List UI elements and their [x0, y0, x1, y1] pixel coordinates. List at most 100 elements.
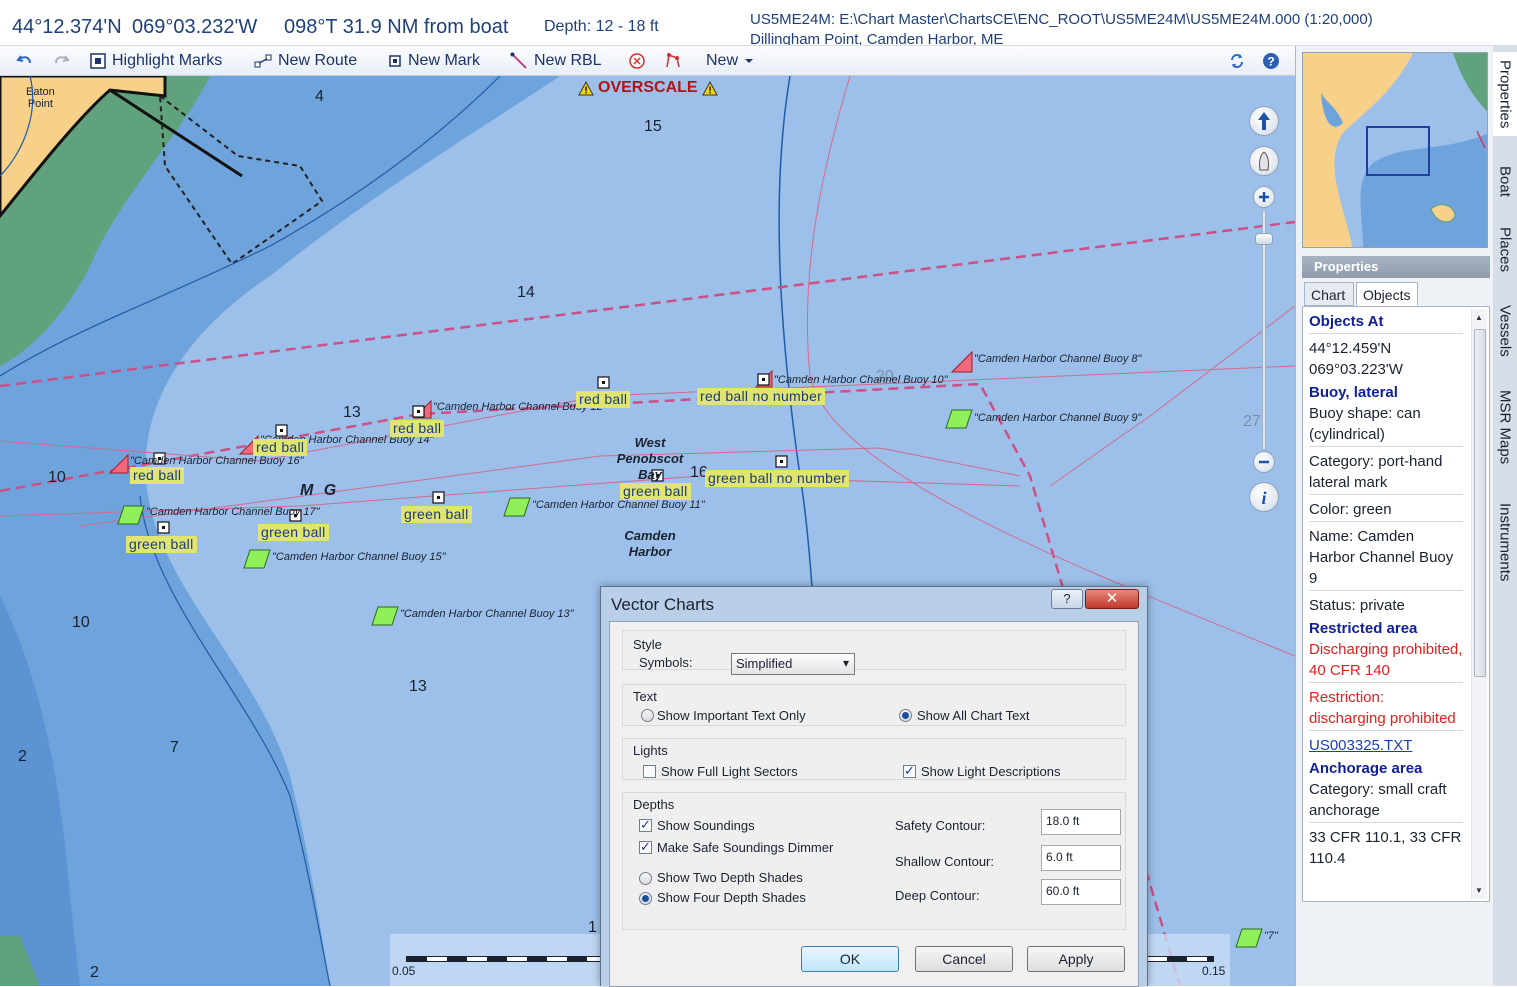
object-lon: 069°03.223'W — [1309, 361, 1403, 378]
highlight-marks-button[interactable]: Highlight Marks — [90, 50, 222, 72]
important-text-radio[interactable] — [641, 709, 654, 722]
deep-contour-label: Deep Contour: — [895, 888, 980, 903]
scroll-down-arrow[interactable]: ▼ — [1475, 886, 1483, 895]
ball-label: green ball — [258, 524, 329, 541]
new-menu-button[interactable]: New — [706, 50, 761, 72]
show-soundings-checkbox[interactable] — [639, 817, 652, 833]
route-icon — [254, 54, 272, 68]
object-field: Category: small craft anchorage — [1309, 781, 1447, 819]
all-text-radio[interactable] — [899, 709, 912, 722]
sounding: 2 — [18, 748, 27, 765]
object-link[interactable]: US003325.TXT — [1309, 735, 1463, 756]
sounding: 10 — [48, 469, 66, 486]
four-shades-radio[interactable] — [639, 892, 652, 905]
text-group-title: Text — [633, 689, 657, 704]
object-lat: 44°12.459'N — [1309, 340, 1392, 357]
buoy-label: "Camden Harbor Channel Buoy 13" — [400, 608, 574, 620]
overview-map-canvas[interactable] — [1303, 53, 1488, 248]
safe-dimmer-checkbox[interactable] — [639, 839, 652, 855]
symbols-label: Symbols: — [639, 655, 693, 670]
latitude-readout: 44°12.374'N — [12, 16, 122, 38]
vtab-instruments[interactable]: Instruments — [1493, 492, 1517, 592]
apply-button[interactable]: Apply — [1027, 946, 1125, 972]
safe-dimmer-label: Make Safe Soundings Dimmer — [657, 840, 834, 855]
full-sectors-checkbox[interactable] — [643, 765, 656, 778]
ok-button[interactable]: OK — [801, 946, 899, 972]
svg-text:?: ? — [1267, 55, 1274, 69]
highlight-marks-label: Highlight Marks — [112, 52, 223, 69]
scroll-up-arrow[interactable]: ▲ — [1475, 313, 1483, 322]
help-button[interactable]: ? — [1262, 50, 1286, 72]
object-title-anchorage: Anchorage area — [1309, 760, 1423, 777]
tab-objects[interactable]: Objects — [1356, 282, 1418, 306]
vtab-properties[interactable]: Properties — [1493, 52, 1517, 136]
zoom-slider-track[interactable] — [1262, 210, 1266, 450]
redo-icon — [55, 55, 70, 64]
style-group: Style Symbols: Simplified — [622, 630, 1126, 675]
zoom-out-button[interactable] — [1253, 451, 1275, 473]
objects-list[interactable]: Objects At 44°12.459'N 069°03.223'W Buoy… — [1302, 306, 1490, 902]
scale-left-label: 0.05 — [392, 964, 416, 978]
overview-map[interactable] — [1302, 52, 1488, 248]
vtab-vessels[interactable]: Vessels — [1493, 298, 1517, 364]
vtab-boat[interactable]: Boat — [1493, 156, 1517, 206]
deep-contour-input[interactable]: 60.0 ft — [1041, 879, 1121, 905]
info-button[interactable]: i — [1249, 482, 1279, 512]
vtab-msr-maps[interactable]: MSR Maps — [1493, 382, 1517, 472]
lights-group: Lights Show Full Light Sectors Show Ligh… — [622, 738, 1126, 780]
object-field: Category: port-hand lateral mark — [1309, 453, 1443, 491]
ball-label: green ball — [401, 506, 472, 523]
cancel-button[interactable]: Cancel — [915, 946, 1013, 972]
redo-button[interactable] — [52, 50, 76, 72]
properties-header: Properties — [1302, 256, 1490, 278]
buoy-label: "Camden Harbor Channel Buoy 10" — [774, 374, 948, 386]
object-field: Color: green — [1309, 501, 1392, 518]
show-soundings-label: Show Soundings — [657, 818, 755, 833]
ball-label: red ball — [130, 467, 185, 484]
ball-label: green ball — [620, 483, 691, 500]
zoom-slider-thumb[interactable] — [1255, 233, 1273, 245]
safety-contour-input[interactable]: 18.0 ft — [1041, 809, 1121, 835]
two-shades-radio[interactable] — [639, 872, 652, 885]
undo-button[interactable] — [16, 50, 40, 72]
overscale-warning: ! OVERSCALE ! — [578, 79, 718, 97]
two-shades-label: Show Two Depth Shades — [657, 870, 803, 885]
shallow-contour-input[interactable]: 6.0 ft — [1041, 845, 1121, 871]
zoom-in-button[interactable] — [1253, 186, 1275, 208]
symbols-select[interactable]: Simplified — [731, 653, 855, 675]
objects-scrollbar[interactable]: ▲ ▼ — [1471, 309, 1487, 899]
full-sectors-label: Show Full Light Sectors — [661, 764, 798, 779]
light-desc-label: Show Light Descriptions — [921, 764, 1061, 779]
scale-right-label: 0.15 — [1202, 964, 1226, 978]
dialog-close-button[interactable]: ✕ — [1085, 589, 1139, 609]
chart-name: Dillingham Point, Camden Harbor, ME — [750, 31, 1004, 46]
refresh-button[interactable] — [1228, 50, 1252, 72]
overscale-label: OVERSCALE — [598, 79, 698, 96]
dialog-help-button[interactable]: ? — [1051, 589, 1083, 609]
sounding: 10 — [72, 614, 90, 631]
object-field: Discharging prohibited, 40 CFR 140 — [1309, 641, 1463, 679]
vector-charts-dialog: Vector Charts ? ✕ Style Symbols: Simplif… — [600, 586, 1148, 987]
new-mark-button[interactable]: New Mark — [388, 50, 480, 72]
route-tool-button[interactable] — [664, 50, 688, 72]
sounding: 13 — [343, 404, 361, 421]
object-field: Restriction: discharging prohibited — [1309, 689, 1456, 727]
info-bar: 44°12.374'N 069°03.232'W 098°T 31.9 NM f… — [0, 0, 1517, 46]
boat-center-button[interactable] — [1249, 146, 1279, 176]
delete-button[interactable] — [628, 50, 652, 72]
new-rbl-label: New RBL — [534, 52, 602, 69]
light-desc-checkbox[interactable] — [903, 763, 916, 779]
depths-group-title: Depths — [633, 797, 675, 812]
new-rbl-button[interactable]: New RBL — [510, 50, 602, 72]
north-up-button[interactable] — [1249, 106, 1279, 136]
vtab-places[interactable]: Places — [1493, 220, 1517, 280]
place-west-penobscot-bay: West Penobscot Bay — [616, 435, 684, 482]
scroll-thumb[interactable] — [1474, 329, 1486, 677]
new-route-button[interactable]: New Route — [254, 50, 357, 72]
tab-chart[interactable]: Chart — [1304, 282, 1354, 306]
dialog-body: Style Symbols: Simplified Text Show Impo… — [609, 621, 1139, 987]
chart-path: US5ME24M: E:\Chart Master\ChartsCE\ENC_R… — [750, 10, 1373, 46]
chart-path-line: US5ME24M: E:\Chart Master\ChartsCE\ENC_R… — [750, 11, 1373, 28]
sounding: 13 — [409, 678, 427, 695]
warning-icon: ! — [701, 80, 718, 96]
